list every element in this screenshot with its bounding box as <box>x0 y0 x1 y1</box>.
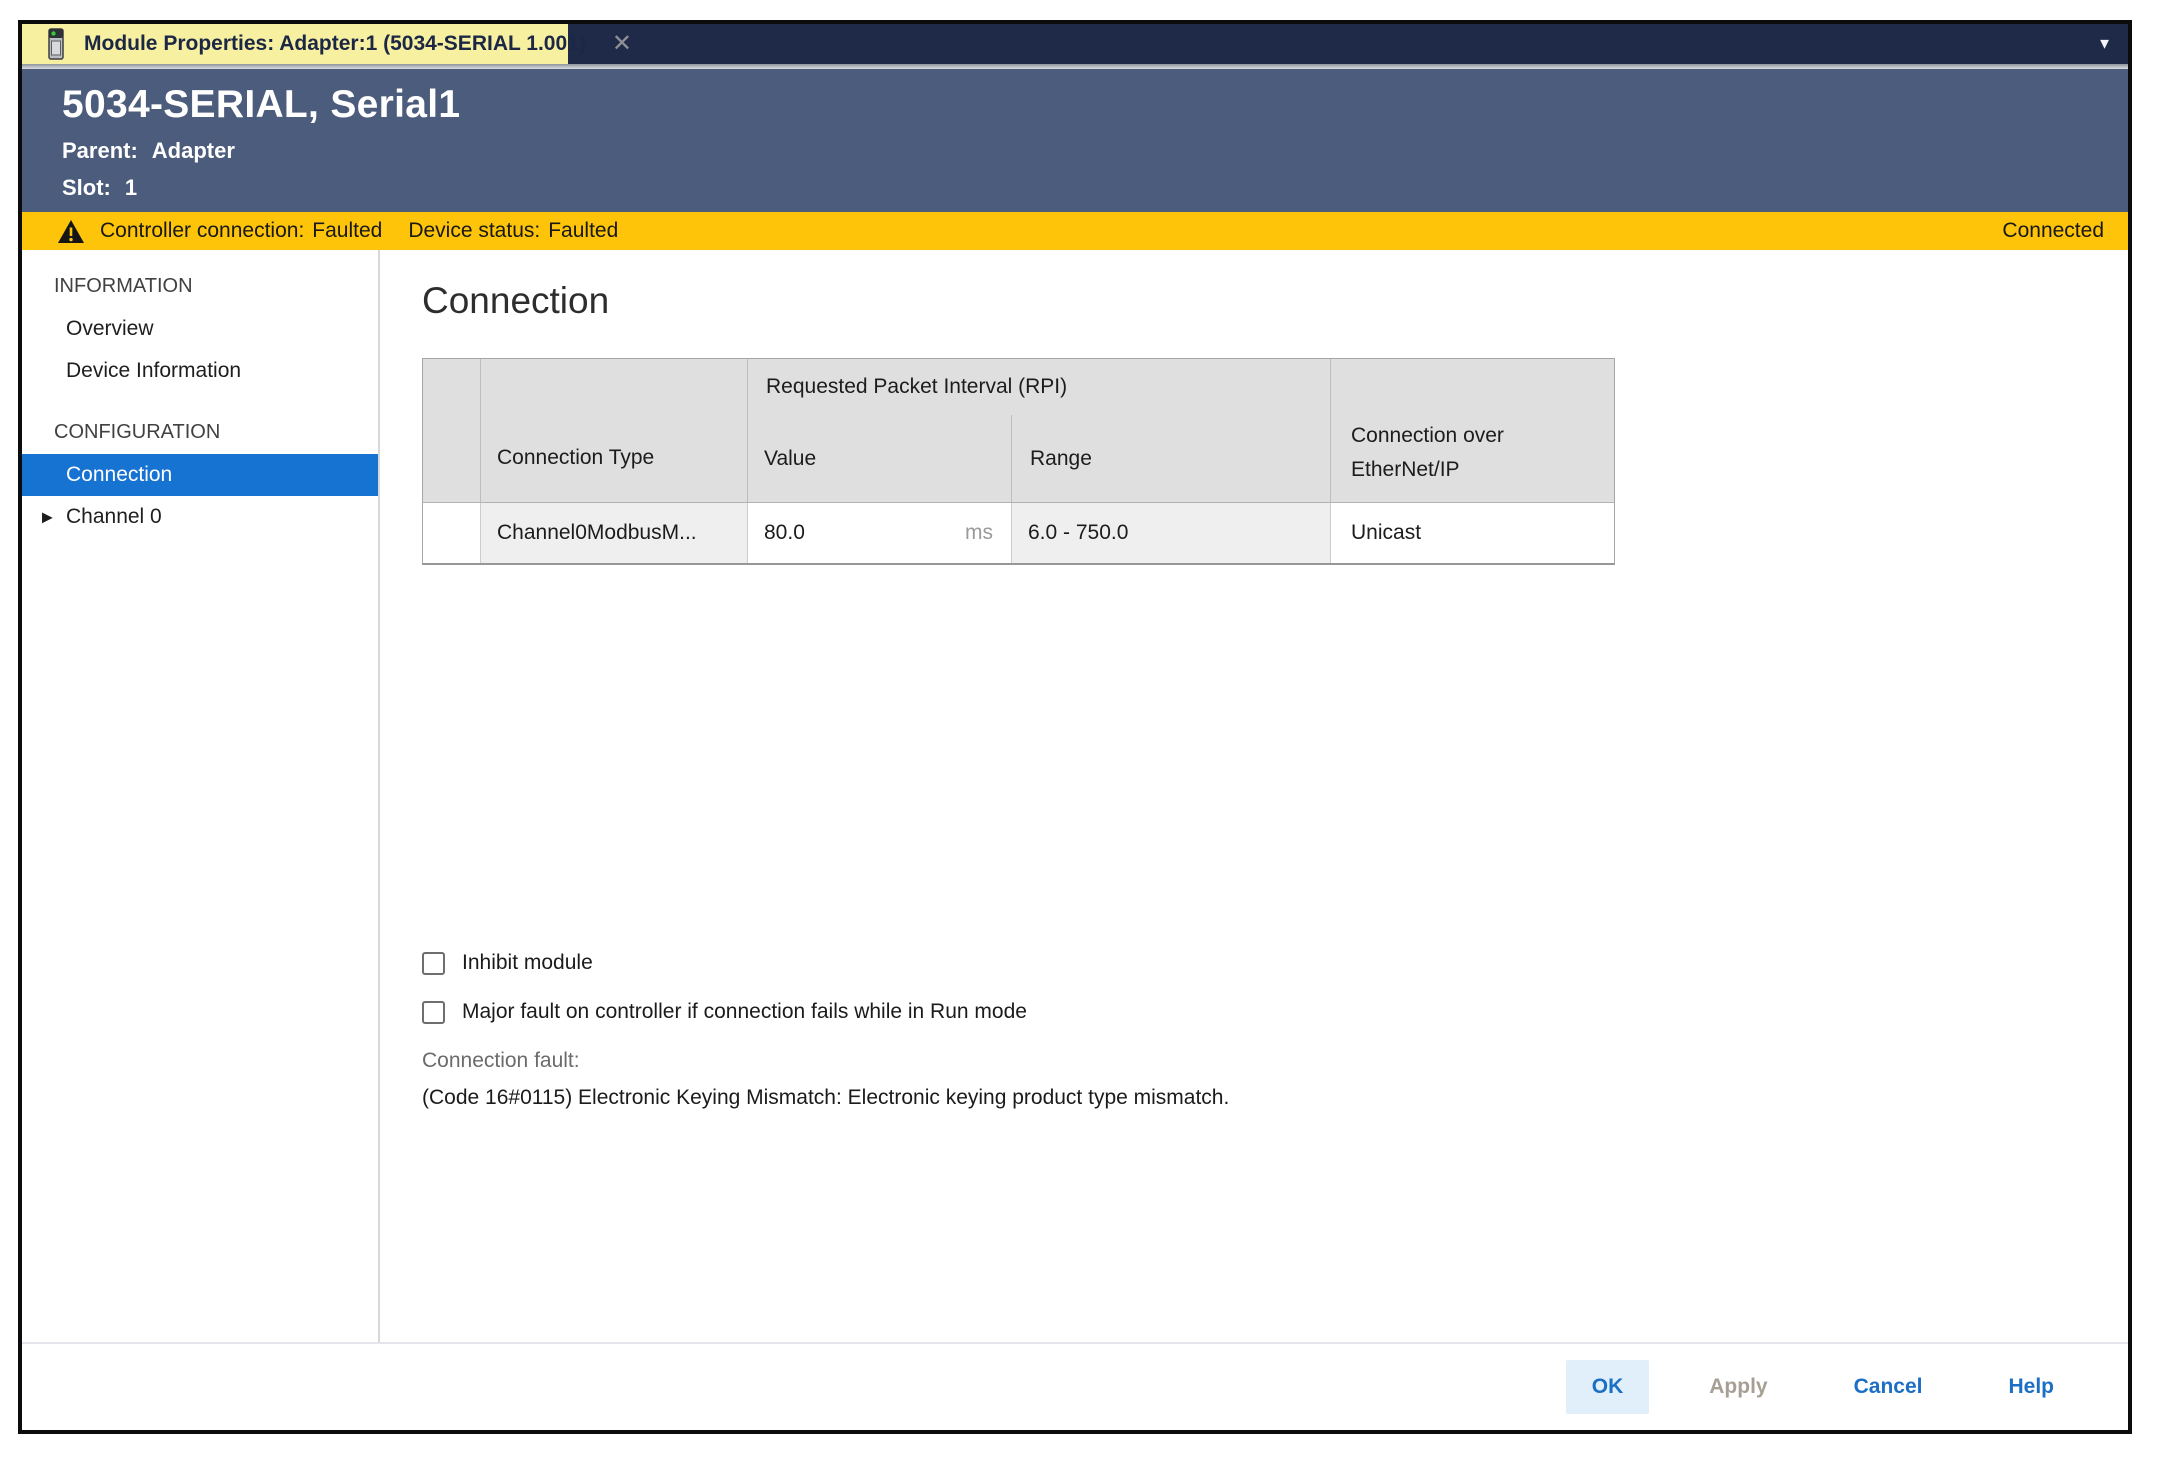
rpi-subheaders: Value Range <box>748 415 1330 502</box>
connection-fault-label: Connection fault: <box>422 1049 2128 1073</box>
connection-state-badge: Connected <box>2002 219 2104 243</box>
row-selector-cell[interactable] <box>423 503 481 563</box>
inhibit-module-label: Inhibit module <box>462 951 593 975</box>
tab-bar: Module Properties: Adapter:1 (5034-SERIA… <box>22 24 2128 64</box>
page-title: Connection <box>422 280 2128 322</box>
table-header-spacer <box>423 359 481 503</box>
col-header-over-line1: Connection over <box>1351 419 1504 454</box>
connection-pane: Connection Connection Type Requested Pac… <box>380 250 2128 1342</box>
col-header-connection-type: Connection Type <box>481 359 748 503</box>
parent-value: Adapter <box>152 138 235 163</box>
sidebar-item-channel-0[interactable]: ▶ Channel 0 <box>22 496 378 538</box>
cancel-button[interactable]: Cancel <box>1828 1360 1949 1414</box>
module-header: 5034-SERIAL, Serial1 Parent: Adapter Slot… <box>22 69 2128 212</box>
major-fault-checkbox[interactable] <box>422 1001 445 1024</box>
col-header-value: Value <box>748 415 1012 502</box>
cell-rpi-value[interactable]: 80.0 ms <box>748 503 1012 563</box>
connection-table: Connection Type Requested Packet Interva… <box>422 358 1615 565</box>
help-button[interactable]: Help <box>1982 1360 2080 1414</box>
rpi-group-header: Requested Packet Interval (RPI) <box>748 359 1330 415</box>
module-title: 5034-SERIAL, Serial1 <box>62 83 2128 127</box>
sidebar-section-configuration: CONFIGURATION <box>22 410 378 454</box>
col-group-rpi: Requested Packet Interval (RPI) Value Ra… <box>748 359 1331 503</box>
major-fault-row: Major fault on controller if connection … <box>422 1000 2128 1024</box>
device-status-label: Device status: <box>408 219 540 242</box>
connection-fault-message: (Code 16#0115) Electronic Keying Mismatc… <box>422 1086 2128 1110</box>
sidebar-item-device-information[interactable]: Device Information <box>22 350 378 392</box>
controller-connection-value: Faulted <box>312 219 382 242</box>
tab-list-dropdown-icon[interactable]: ▼ <box>2097 36 2112 53</box>
col-header-over-line2: EtherNet/IP <box>1351 453 1504 488</box>
module-device-icon <box>48 28 68 60</box>
connection-options: Inhibit module Major fault on controller… <box>422 951 2128 1110</box>
sidebar-gap <box>22 392 378 410</box>
slot-value: 1 <box>125 175 137 200</box>
module-properties-window: Module Properties: Adapter:1 (5034-SERIA… <box>18 20 2132 1434</box>
device-status: Device status: Faulted <box>408 219 618 243</box>
major-fault-label: Major fault on controller if connection … <box>462 1000 1027 1024</box>
rpi-value-text: 80.0 <box>764 521 805 545</box>
controller-connection-status: Controller connection: Faulted <box>100 219 382 243</box>
sidebar-item-connection[interactable]: Connection <box>22 454 378 496</box>
col-header-range: Range <box>1012 415 1330 502</box>
tab-close-icon[interactable]: ✕ <box>612 32 632 56</box>
sidebar-nav: INFORMATION Overview Device Information … <box>22 250 380 1342</box>
warning-triangle-icon <box>58 220 84 243</box>
dialog-body: INFORMATION Overview Device Information … <box>22 250 2128 1342</box>
device-status-value: Faulted <box>548 219 618 242</box>
cell-connection-type: Channel0ModbusM... <box>481 503 748 563</box>
controller-connection-label: Controller connection: <box>100 219 304 242</box>
rpi-unit-label: ms <box>965 521 993 545</box>
status-bar: Controller connection: Faulted Device sta… <box>22 212 2128 250</box>
dialog-footer: OK Apply Cancel Help <box>22 1342 2128 1430</box>
ok-button[interactable]: OK <box>1566 1360 1650 1414</box>
parent-line: Parent: Adapter <box>62 138 2128 164</box>
expand-caret-icon[interactable]: ▶ <box>42 509 53 526</box>
cell-connection-over-ethernet[interactable]: Unicast <box>1331 503 1614 563</box>
slot-label: Slot: <box>62 175 111 200</box>
parent-label: Parent: <box>62 138 138 163</box>
inhibit-module-checkbox[interactable] <box>422 952 445 975</box>
tab-title: Module Properties: Adapter:1 (5034-SERIA… <box>84 32 586 56</box>
sidebar-item-overview[interactable]: Overview <box>22 308 378 350</box>
apply-button[interactable]: Apply <box>1683 1360 1793 1414</box>
tab-module-properties[interactable]: Module Properties: Adapter:1 (5034-SERIA… <box>22 24 568 64</box>
slot-line: Slot: 1 <box>62 175 2128 201</box>
col-header-connection-over-ethernet: Connection over EtherNet/IP <box>1331 359 1614 503</box>
sidebar-item-channel-0-label: Channel 0 <box>66 505 162 529</box>
inhibit-module-row: Inhibit module <box>422 951 2128 975</box>
sidebar-section-information: INFORMATION <box>22 264 378 308</box>
cell-rpi-range: 6.0 - 750.0 <box>1012 503 1331 563</box>
